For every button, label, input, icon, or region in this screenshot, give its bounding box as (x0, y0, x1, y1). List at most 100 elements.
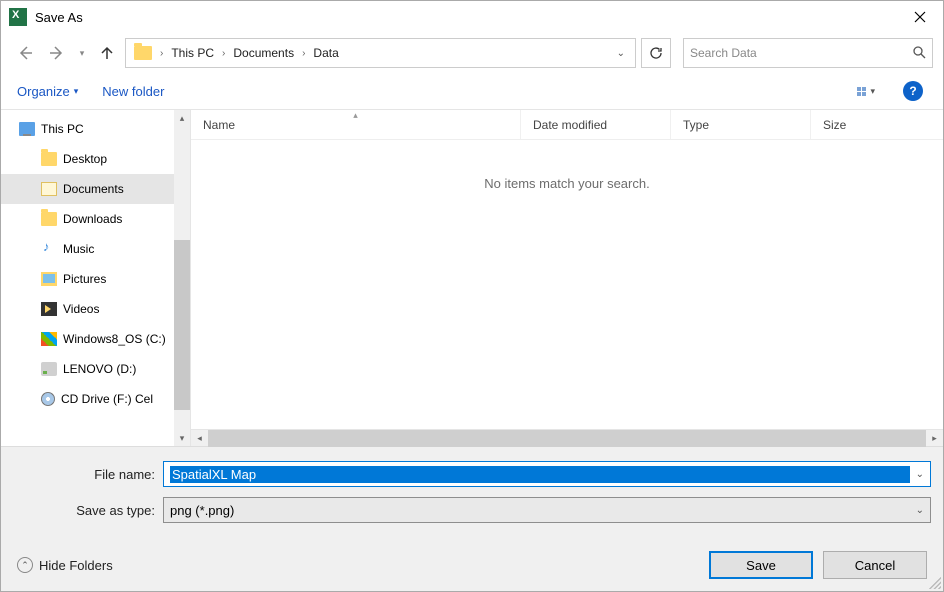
close-button[interactable] (897, 1, 943, 33)
chevron-down-icon: ▾ (74, 86, 79, 97)
column-date-label: Date modified (533, 118, 607, 132)
address-bar[interactable]: › This PC › Documents › Data ⌄ (125, 38, 636, 68)
hide-folders-button[interactable]: ⌃ Hide Folders (17, 557, 113, 573)
save-label: Save (746, 558, 776, 573)
cancel-button[interactable]: Cancel (823, 551, 927, 579)
savetype-row: Save as type: png (*.png) ⌄ (13, 497, 931, 523)
filename-row: File name: SpatialXL Map ⌄ (13, 461, 931, 487)
filename-label: File name: (13, 467, 163, 482)
cancel-label: Cancel (855, 558, 895, 573)
forward-button[interactable] (43, 39, 71, 67)
sort-asc-icon: ▴ (353, 110, 358, 121)
breadcrumb-data[interactable]: Data (309, 44, 342, 62)
scroll-left-arrow[interactable]: ◂ (191, 430, 208, 447)
save-as-dialog: Save As ▾ › This PC › Documents › Data ⌄ (0, 0, 944, 592)
new-folder-button[interactable]: New folder (102, 84, 164, 99)
win-icon (41, 332, 57, 346)
collapse-icon: ⌃ (17, 557, 33, 573)
chevron-down-icon[interactable]: ⌄ (910, 469, 924, 480)
recent-dropdown[interactable]: ▾ (75, 39, 89, 67)
column-size[interactable]: Size (811, 110, 943, 139)
scroll-up-arrow[interactable]: ▴ (174, 110, 190, 126)
hscroll-thumb[interactable] (208, 430, 926, 447)
column-name[interactable]: Name ▴ (191, 110, 521, 139)
tree-scroll-thumb[interactable] (174, 240, 190, 410)
empty-message: No items match your search. (484, 176, 649, 191)
folder-icon (134, 46, 152, 60)
tree-item-this-pc[interactable]: This PC (1, 114, 190, 144)
resize-grip[interactable] (929, 577, 941, 589)
new-folder-label: New folder (102, 84, 164, 99)
savetype-select[interactable]: png (*.png) ⌄ (163, 497, 931, 523)
tree-item-music[interactable]: Music (1, 234, 190, 264)
bottom-panel: File name: SpatialXL Map ⌄ Save as type:… (1, 446, 943, 591)
refresh-button[interactable] (641, 38, 671, 68)
file-list[interactable]: No items match your search. (191, 140, 943, 429)
tree-item-label: Documents (63, 182, 124, 196)
help-button[interactable]: ? (899, 77, 927, 105)
chevron-right-icon: › (300, 48, 307, 59)
excel-icon (9, 8, 27, 26)
scroll-right-arrow[interactable]: ▸ (926, 430, 943, 447)
column-name-label: Name (203, 118, 235, 132)
breadcrumb-documents[interactable]: Documents (229, 44, 298, 62)
savetype-label: Save as type: (13, 503, 163, 518)
tree-item-videos[interactable]: Videos (1, 294, 190, 324)
folder-icon (41, 212, 57, 226)
chevron-down-icon[interactable]: ⌄ (910, 505, 924, 516)
vid-icon (41, 302, 57, 316)
view-mode-button[interactable]: ▾ (857, 86, 875, 97)
tree-item-label: Videos (63, 302, 99, 316)
toolbar: Organize ▾ New folder ▾ ? (1, 73, 943, 109)
chevron-down-icon: ▾ (870, 86, 875, 97)
organize-menu[interactable]: Organize ▾ (17, 84, 78, 99)
tree-item-pictures[interactable]: Pictures (1, 264, 190, 294)
back-button[interactable] (11, 39, 39, 67)
navigation-tree[interactable]: This PC Desktop Documents Downloads Music Pic… (1, 110, 191, 446)
address-dropdown[interactable]: ⌄ (611, 48, 631, 59)
column-type-label: Type (683, 118, 709, 132)
horizontal-scrollbar[interactable]: ◂ ▸ (191, 429, 943, 446)
folder-icon (41, 152, 57, 166)
breadcrumb-this-pc[interactable]: This PC (167, 44, 218, 62)
hide-folders-label: Hide Folders (39, 558, 113, 573)
music-icon (41, 242, 57, 256)
pic-icon (41, 272, 57, 286)
filename-value: SpatialXL Map (170, 466, 910, 483)
tree-item-desktop[interactable]: Desktop (1, 144, 190, 174)
tree-item-label: LENOVO (D:) (63, 362, 136, 376)
column-type[interactable]: Type (671, 110, 811, 139)
tree-item-label: Music (63, 242, 94, 256)
tree-item-lenovo-d[interactable]: LENOVO (D:) (1, 354, 190, 384)
search-input[interactable]: Search Data (683, 38, 933, 68)
columns-header: Name ▴ Date modified Type Size (191, 110, 943, 140)
scroll-down-arrow[interactable]: ▾ (174, 430, 190, 446)
file-list-pane: Name ▴ Date modified Type Size No items … (191, 110, 943, 446)
search-placeholder: Search Data (690, 46, 912, 60)
column-size-label: Size (823, 118, 846, 132)
tree-item-cd-drive-f-cel[interactable]: CD Drive (F:) Cel (1, 384, 190, 414)
arrow-up-icon (98, 44, 116, 62)
tree-item-label: This PC (41, 122, 84, 136)
tree-item-windows8-os-c[interactable]: Windows8_OS (C:) (1, 324, 190, 354)
cd-icon (41, 392, 55, 406)
tree-item-documents[interactable]: Documents (1, 174, 190, 204)
filename-input[interactable]: SpatialXL Map ⌄ (163, 461, 931, 487)
hdd-icon (41, 362, 57, 376)
column-date[interactable]: Date modified (521, 110, 671, 139)
close-icon (914, 11, 926, 23)
tree-item-label: Downloads (63, 212, 122, 226)
save-button[interactable]: Save (709, 551, 813, 579)
up-button[interactable] (93, 39, 121, 67)
button-row: ⌃ Hide Folders Save Cancel (13, 533, 931, 581)
tree-item-label: CD Drive (F:) Cel (61, 392, 153, 406)
chevron-right-icon: › (158, 48, 165, 59)
arrow-right-icon (48, 44, 66, 62)
search-icon (912, 45, 926, 62)
pc-icon (19, 122, 35, 136)
tree-item-downloads[interactable]: Downloads (1, 204, 190, 234)
doc-icon (41, 182, 57, 196)
body: This PC Desktop Documents Downloads Music Pic… (1, 110, 943, 446)
tree-item-label: Windows8_OS (C:) (63, 332, 166, 346)
tree-item-label: Desktop (63, 152, 107, 166)
